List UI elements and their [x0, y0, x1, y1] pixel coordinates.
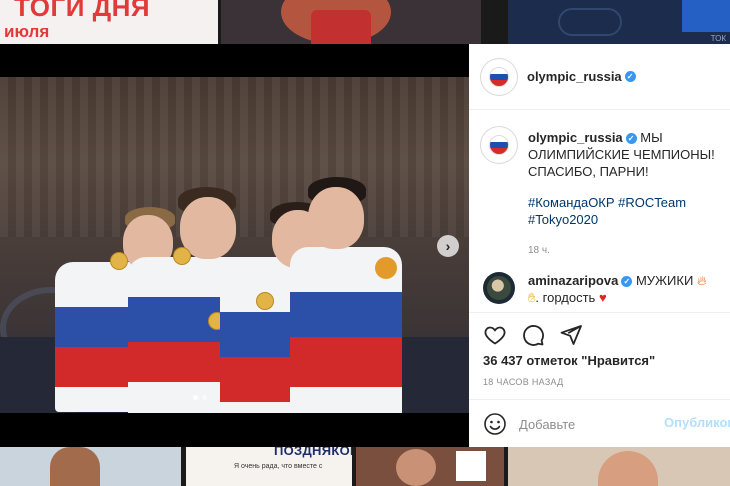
comment-text-2: гордость [542, 290, 596, 305]
feed-tile-tag: ТОК [710, 34, 726, 43]
chevron-right-icon: › [445, 238, 451, 254]
feed-tile-bottom-left[interactable] [0, 447, 181, 486]
feed-photo-face [396, 449, 436, 486]
carousel-dots [193, 395, 207, 400]
post-sidebar: olympic_russia ✓ olympic_russia ✓ МЫ ОЛИМП… [469, 44, 730, 447]
feed-tile-title: ТОГИ ДНЯ [14, 0, 151, 22]
feed-photo-face [598, 451, 658, 486]
emoji-smile-icon[interactable] [483, 412, 507, 436]
heart-icon: ♥ [598, 290, 607, 305]
feed-photo-rings [558, 8, 622, 36]
add-comment-bar: Опубликов [469, 399, 730, 448]
feed-tile-subtitle: июля [4, 22, 50, 41]
feed-tile-bottom-right-1[interactable] [356, 447, 504, 486]
comment-bubble-icon[interactable] [521, 323, 545, 347]
verified-badge-icon: ✓ [621, 276, 633, 288]
posted-time: 18 ЧАСОВ НАЗАД [483, 377, 564, 387]
feed-tile-bottom-right-2[interactable] [508, 447, 730, 486]
carousel-next-button[interactable]: › [437, 235, 459, 257]
feed-photo-panel [682, 0, 730, 32]
feed-tile-text: Я очень рада, что вместе с [234, 463, 323, 470]
feed-tile-title: ПОЗДНЯКОВА [274, 447, 352, 458]
carousel-dot-active [193, 395, 198, 400]
photo-stands [0, 77, 469, 237]
commenter-username-link[interactable]: aminazaripova [528, 273, 618, 288]
olympic-logo-icon [489, 67, 509, 87]
post-header: olympic_russia ✓ [469, 44, 730, 110]
feed-tile-bottom-middle[interactable]: ПОЗДНЯКОВА Я очень рада, что вместе с [186, 447, 352, 486]
verified-badge-icon: ✓ [624, 71, 636, 83]
author-avatar[interactable] [483, 61, 515, 93]
feed-photo-shirt [311, 10, 371, 44]
author-name-row: olympic_russia ✓ [527, 68, 636, 86]
likes-count[interactable]: 36 437 отметок "Нравится" [483, 353, 655, 368]
post-photo[interactable] [0, 77, 469, 413]
feed-tile-top-left[interactable]: ТОГИ ДНЯ июля [0, 0, 218, 44]
feed-tile-top-right[interactable]: ТОК [508, 0, 730, 44]
fire-icon: 🔥︎ [696, 273, 707, 288]
commenter-avatar[interactable] [483, 272, 515, 304]
caption-author-link[interactable]: olympic_russia [528, 130, 623, 145]
feed-tile-top-middle[interactable] [221, 0, 481, 44]
caption-author-avatar[interactable] [483, 129, 515, 161]
publish-comment-button[interactable]: Опубликов [664, 415, 730, 430]
carousel-dot [202, 395, 207, 400]
verified-badge-icon: ✓ [625, 133, 637, 145]
share-send-icon[interactable] [559, 323, 583, 347]
olympic-logo-icon [489, 135, 509, 155]
author-username-link[interactable]: olympic_russia [527, 69, 622, 84]
feed-photo-logo [456, 451, 486, 481]
comment-input[interactable] [517, 412, 651, 436]
action-icons [483, 323, 583, 347]
caption-hashtags[interactable]: #КомандаОКР #ROCTeam #Tokyo2020 [528, 194, 718, 228]
like-heart-icon[interactable] [483, 323, 507, 347]
avatar-image [487, 276, 511, 300]
feed-photo-figure [50, 447, 100, 486]
comment-text: МУЖИКИ [635, 273, 694, 288]
caption-time: 18 ч. [528, 245, 550, 256]
caption-text-block: olympic_russia ✓ МЫ ОЛИМПИЙСКИЕ ЧЕМПИОНЫ!… [528, 129, 718, 259]
comment-text-block: aminazaripova ✓ МУЖИКИ 🔥︎ ✋︎. гордость ♥ [528, 273, 707, 305]
